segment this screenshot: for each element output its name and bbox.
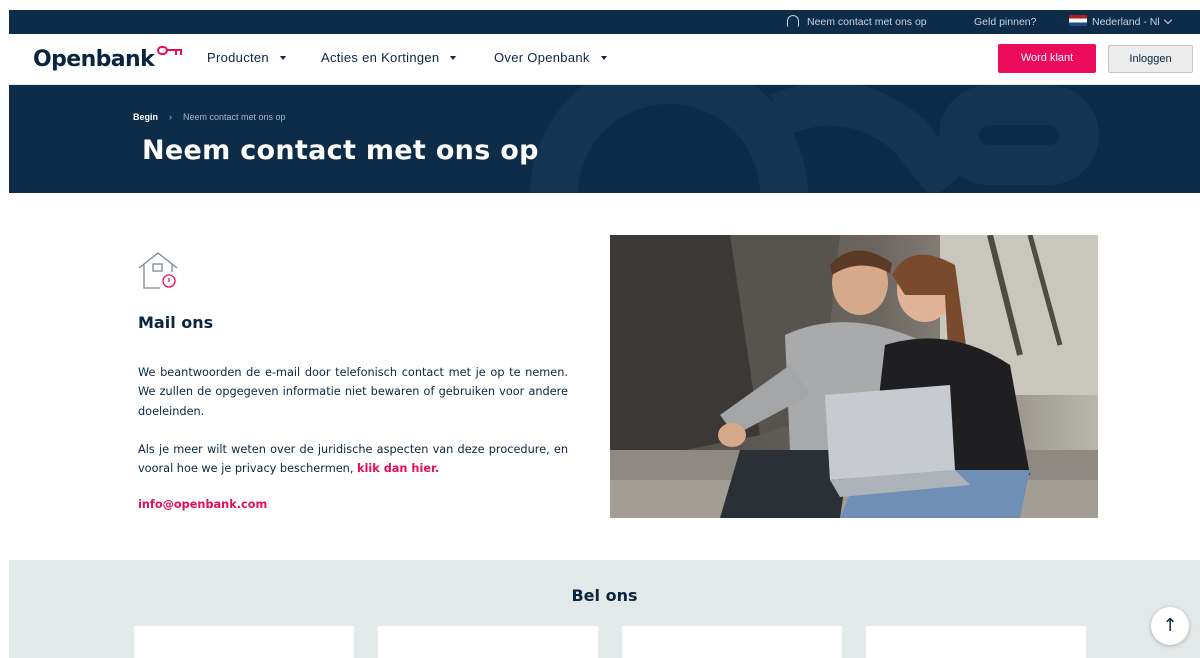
mail-description: We beantwoorden de e-mail door telefonis…	[138, 366, 568, 418]
email-link[interactable]: info@openbank.com	[138, 498, 267, 511]
mail-section-title: Mail ons	[138, 313, 214, 332]
nav-item-products[interactable]: Producten	[207, 50, 286, 65]
call-card[interactable]	[378, 626, 598, 658]
openbank-logo[interactable]: Openbank	[33, 46, 183, 72]
country-label: Nederland - Nl	[1092, 16, 1160, 28]
privacy-notice: Als je meer wilt weten over de juridisch…	[138, 440, 568, 479]
contact-link-label: Neem contact met ons op	[807, 16, 927, 28]
main-navigation: Openbank Producten Acties en Kortingen O…	[9, 34, 1200, 85]
contact-link[interactable]: Neem contact met ons op	[787, 10, 927, 34]
logo-text: Openbank	[33, 47, 155, 72]
breadcrumb-chevron-icon: ›	[169, 112, 173, 122]
caret-down-icon	[279, 56, 286, 60]
caret-down-icon	[600, 56, 607, 60]
breadcrumb: Begin › Neem contact met ons op	[133, 112, 286, 122]
house-mail-icon	[138, 252, 178, 289]
nav-item-deals[interactable]: Acties en Kortingen	[321, 50, 457, 65]
couple-with-laptop-photo	[610, 235, 1098, 518]
arrow-up-icon[interactable]: ↑	[1151, 607, 1189, 645]
nav-item-label: Over Openbank	[494, 50, 590, 65]
top-utility-bar: Neem contact met ons op Geld pinnen? Ned…	[9, 10, 1200, 34]
privacy-notice-text: Als je meer wilt weten over de juridisch…	[138, 443, 568, 476]
nav-item-about[interactable]: Over Openbank	[494, 50, 607, 65]
nav-item-label: Acties en Kortingen	[321, 50, 440, 65]
nav-item-label: Producten	[207, 50, 269, 65]
call-card[interactable]	[622, 626, 842, 658]
country-selector[interactable]: Nederland - Nl	[1069, 10, 1172, 34]
cash-withdrawal-link[interactable]: Geld pinnen?	[974, 10, 1036, 34]
page-title: Neem contact met ons op	[142, 135, 539, 166]
headset-icon	[787, 15, 799, 27]
breadcrumb-home[interactable]: Begin	[133, 112, 158, 122]
caret-down-icon	[450, 56, 457, 60]
flag-nl-icon	[1069, 15, 1087, 26]
become-customer-button[interactable]: Word klant	[998, 44, 1096, 73]
login-button[interactable]: Inloggen	[1108, 45, 1193, 73]
key-logo-icon	[157, 46, 183, 57]
call-section: Bel ons	[9, 560, 1200, 658]
breadcrumb-current: Neem contact met ons op	[183, 112, 286, 122]
call-card[interactable]	[134, 626, 354, 658]
call-section-title: Bel ons	[571, 586, 638, 605]
privacy-link[interactable]: klik dan hier.	[357, 462, 439, 475]
hero-banner: Begin › Neem contact met ons op Neem conta…	[9, 85, 1200, 193]
page-edge	[0, 0, 9, 658]
call-card[interactable]	[866, 626, 1086, 658]
chevron-down-icon	[1163, 15, 1172, 25]
decorative-key-watermark	[530, 85, 1099, 193]
